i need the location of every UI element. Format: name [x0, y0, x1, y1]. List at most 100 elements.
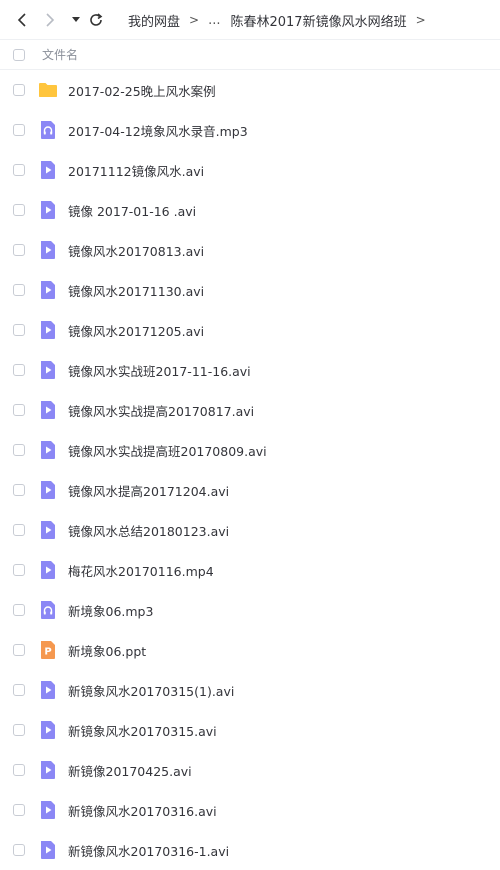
ppt-file-icon: P: [38, 640, 58, 660]
row-checkbox[interactable]: [13, 484, 25, 496]
breadcrumb-separator-icon: >: [415, 13, 426, 27]
video-file-icon: [38, 160, 58, 180]
video-file-icon: [38, 480, 58, 500]
video-file-icon: [38, 800, 58, 820]
chevron-right-icon: [46, 13, 55, 27]
file-name[interactable]: 镜像风水实战班2017-11-16.avi: [68, 361, 251, 380]
row-checkbox[interactable]: [13, 164, 25, 176]
video-file-icon: [38, 240, 58, 260]
video-file-icon: [38, 440, 58, 460]
file-row[interactable]: 镜像风水20171205.avi: [0, 310, 500, 350]
file-name[interactable]: 镜像 2017-01-16 .avi: [68, 201, 196, 220]
file-row[interactable]: 镜像风水20170813.avi: [0, 230, 500, 270]
svg-text:P: P: [44, 647, 51, 658]
file-row[interactable]: 新境象06.mp3: [0, 590, 500, 630]
file-name[interactable]: 20171112镜像风水.avi: [68, 161, 204, 180]
back-button[interactable]: [12, 8, 32, 32]
file-name[interactable]: 镜像风水20171205.avi: [68, 321, 204, 340]
video-file-icon: [38, 360, 58, 380]
file-row[interactable]: 新镜像风水20170316.avi: [0, 790, 500, 830]
column-header-filename[interactable]: 文件名: [42, 46, 78, 63]
history-dropdown-button[interactable]: [66, 8, 86, 32]
video-file-icon: [38, 560, 58, 580]
file-list: 2017-02-25晚上风水案例 2017-04-12境象风水录音.mp3 2017…: [0, 70, 500, 870]
file-name[interactable]: 镜像风水总结20180123.avi: [68, 521, 229, 540]
file-name[interactable]: 镜像风水实战提高20170817.avi: [68, 401, 254, 420]
top-toolbar: 我的网盘 > ... 陈春林2017新镜像风水网络班 >: [0, 0, 500, 40]
file-row[interactable]: 镜像风水提高20171204.avi: [0, 470, 500, 510]
forward-button[interactable]: [40, 8, 60, 32]
row-checkbox[interactable]: [13, 124, 25, 136]
file-row[interactable]: 新镜像风水20170316-1.avi: [0, 830, 500, 870]
file-row[interactable]: 2017-02-25晚上风水案例: [0, 70, 500, 110]
file-name[interactable]: 新镜象风水20170315.avi: [68, 721, 217, 740]
file-row[interactable]: 梅花风水20170116.mp4: [0, 550, 500, 590]
file-name[interactable]: 镜像风水20171130.avi: [68, 281, 204, 300]
file-row[interactable]: 新镜象风水20170315(1).avi: [0, 670, 500, 710]
row-checkbox[interactable]: [13, 444, 25, 456]
caret-down-icon: [72, 17, 80, 22]
row-checkbox[interactable]: [13, 524, 25, 536]
file-name[interactable]: 2017-04-12境象风水录音.mp3: [68, 121, 248, 140]
file-name[interactable]: 新镜像20170425.avi: [68, 761, 192, 780]
row-checkbox[interactable]: [13, 284, 25, 296]
row-checkbox[interactable]: [13, 724, 25, 736]
file-row[interactable]: 镜像风水实战提高20170817.avi: [0, 390, 500, 430]
file-name[interactable]: 镜像风水20170813.avi: [68, 241, 204, 260]
row-checkbox[interactable]: [13, 644, 25, 656]
refresh-button[interactable]: [86, 8, 106, 32]
list-header: 文件名: [0, 40, 500, 70]
file-row[interactable]: 镜像风水实战班2017-11-16.avi: [0, 350, 500, 390]
file-name[interactable]: 新境象06.ppt: [68, 641, 146, 660]
file-row[interactable]: 2017-04-12境象风水录音.mp3: [0, 110, 500, 150]
breadcrumb-ellipsis[interactable]: ...: [208, 13, 220, 28]
file-name[interactable]: 梅花风水20170116.mp4: [68, 561, 214, 580]
folder-icon: [38, 80, 58, 100]
audio-file-icon: [38, 600, 58, 620]
video-file-icon: [38, 400, 58, 420]
video-file-icon: [38, 280, 58, 300]
audio-file-icon: [38, 120, 58, 140]
row-checkbox[interactable]: [13, 84, 25, 96]
file-row[interactable]: 镜像风水实战提高班20170809.avi: [0, 430, 500, 470]
file-name[interactable]: 新镜像风水20170316-1.avi: [68, 841, 229, 860]
breadcrumb-root[interactable]: 我的网盘: [128, 11, 180, 30]
row-checkbox[interactable]: [13, 564, 25, 576]
row-checkbox[interactable]: [13, 204, 25, 216]
file-row[interactable]: 新镜象风水20170315.avi: [0, 710, 500, 750]
row-checkbox[interactable]: [13, 844, 25, 856]
file-row[interactable]: 镜像风水总结20180123.avi: [0, 510, 500, 550]
row-checkbox[interactable]: [13, 684, 25, 696]
video-file-icon: [38, 200, 58, 220]
file-name[interactable]: 新镜像风水20170316.avi: [68, 801, 217, 820]
row-checkbox[interactable]: [13, 604, 25, 616]
refresh-icon: [90, 13, 103, 26]
file-row[interactable]: 20171112镜像风水.avi: [0, 150, 500, 190]
video-file-icon: [38, 680, 58, 700]
file-row[interactable]: P 新境象06.ppt: [0, 630, 500, 670]
video-file-icon: [38, 840, 58, 860]
video-file-icon: [38, 520, 58, 540]
row-checkbox[interactable]: [13, 324, 25, 336]
file-name[interactable]: 新镜象风水20170315(1).avi: [68, 681, 234, 700]
breadcrumb: 我的网盘 > ... 陈春林2017新镜像风水网络班 >: [128, 0, 435, 40]
video-file-icon: [38, 720, 58, 740]
file-name[interactable]: 2017-02-25晚上风水案例: [68, 81, 216, 100]
chevron-left-icon: [17, 13, 26, 27]
select-all-checkbox[interactable]: [13, 49, 25, 61]
row-checkbox[interactable]: [13, 764, 25, 776]
video-file-icon: [38, 320, 58, 340]
video-file-icon: [38, 760, 58, 780]
file-name[interactable]: 新境象06.mp3: [68, 601, 153, 620]
row-checkbox[interactable]: [13, 244, 25, 256]
file-name[interactable]: 镜像风水实战提高班20170809.avi: [68, 441, 267, 460]
row-checkbox[interactable]: [13, 364, 25, 376]
row-checkbox[interactable]: [13, 804, 25, 816]
file-row[interactable]: 镜像 2017-01-16 .avi: [0, 190, 500, 230]
file-name[interactable]: 镜像风水提高20171204.avi: [68, 481, 229, 500]
breadcrumb-current[interactable]: 陈春林2017新镜像风水网络班: [230, 11, 406, 30]
breadcrumb-separator-icon: >: [189, 13, 200, 27]
row-checkbox[interactable]: [13, 404, 25, 416]
file-row[interactable]: 新镜像20170425.avi: [0, 750, 500, 790]
file-row[interactable]: 镜像风水20171130.avi: [0, 270, 500, 310]
